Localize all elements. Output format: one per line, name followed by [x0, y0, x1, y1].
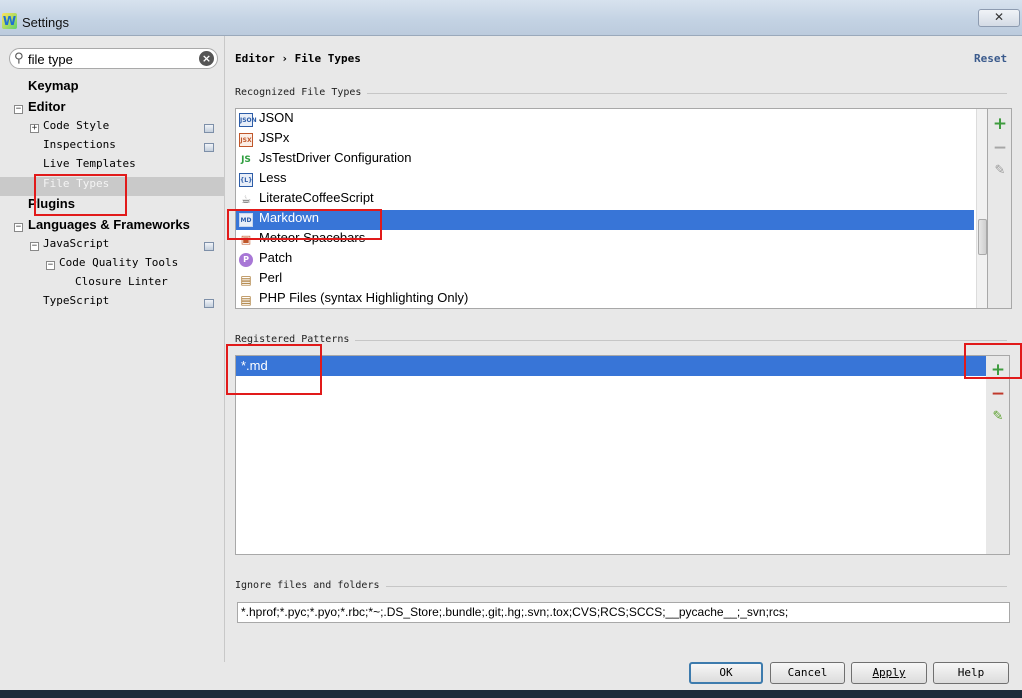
list-item[interactable]: ▤ Perl: [236, 270, 974, 290]
patch-icon: P: [239, 253, 253, 267]
window-close-button[interactable]: ✕: [978, 9, 1020, 27]
remove-pattern-icon[interactable]: −: [990, 384, 1006, 404]
title-bar: W Settings ✕: [0, 0, 1022, 36]
tree-item-languages-frameworks[interactable]: Languages & Frameworks: [28, 217, 190, 236]
breadcrumb: Editor › File Types: [235, 52, 361, 65]
jspx-icon: JSX: [239, 133, 253, 147]
tree-item-code-style[interactable]: Code Style: [43, 119, 109, 138]
ignore-files-input[interactable]: *.hprof;*.pyc;*.pyo;*.rbc;*~;.DS_Store;.…: [237, 602, 1010, 623]
taskbar-strip: [0, 690, 1022, 698]
webstorm-logo-icon: W: [2, 13, 17, 29]
clear-search-icon[interactable]: ×: [199, 51, 214, 66]
annotation-box-markdown: [227, 209, 382, 240]
ignore-files-label: Ignore files and folders: [235, 580, 386, 591]
reset-link[interactable]: Reset: [974, 52, 1007, 65]
javascript-collapse-icon[interactable]: −: [30, 242, 39, 251]
editor-collapse-icon[interactable]: −: [14, 105, 23, 114]
annotation-box-pattern: [226, 344, 322, 395]
ok-button[interactable]: OK: [689, 662, 763, 684]
tree-item-editor[interactable]: Editor: [28, 99, 66, 118]
languages-collapse-icon[interactable]: −: [14, 223, 23, 232]
tree-item-code-quality-tools[interactable]: Code Quality Tools: [59, 256, 178, 275]
tree-item-javascript[interactable]: JavaScript: [43, 237, 109, 256]
project-scope-icon: [204, 299, 214, 308]
file-types-panel: Editor › File Types Reset Recognized Fil…: [226, 36, 1022, 662]
coffeescript-icon: ☕: [241, 193, 251, 206]
patterns-toolbar: + − ✎: [986, 355, 1010, 555]
remove-file-type-icon[interactable]: −: [992, 138, 1008, 158]
tree-item-typescript[interactable]: TypeScript: [43, 294, 109, 313]
list-item[interactable]: P Patch: [236, 250, 974, 270]
settings-search-box[interactable]: ⚲ ×: [9, 48, 218, 69]
tree-item-inspections[interactable]: Inspections: [43, 138, 116, 157]
annotation-box-file-types: [34, 174, 127, 216]
settings-sidebar: ⚲ × Keymap − Editor + Code Style Inspect…: [0, 36, 225, 662]
list-item[interactable]: ☕ LiterateCoffeeScript: [236, 190, 974, 210]
php-icon: ▤: [240, 293, 252, 307]
project-scope-icon: [204, 124, 214, 133]
list-item[interactable]: {L} Less: [236, 170, 974, 190]
code-quality-collapse-icon[interactable]: −: [46, 261, 55, 270]
tree-item-closure-linter[interactable]: Closure Linter: [75, 275, 168, 294]
recognized-file-types-label: Recognized File Types: [235, 87, 368, 98]
list-item[interactable]: JS JsTestDriver Configuration: [236, 150, 974, 170]
tree-item-keymap[interactable]: Keymap: [28, 78, 79, 97]
jstestdriver-icon: JS: [241, 155, 251, 165]
json-icon: JSON: [239, 113, 257, 127]
list-item[interactable]: JSX JSPx: [236, 130, 974, 150]
edit-file-type-icon[interactable]: ✎: [992, 163, 1008, 179]
code-style-expand-icon[interactable]: +: [30, 124, 39, 133]
search-icon: ⚲: [14, 51, 24, 66]
add-file-type-icon[interactable]: +: [992, 114, 1008, 134]
annotation-box-add-button: [964, 343, 1022, 379]
project-scope-icon: [204, 143, 214, 152]
list-item[interactable]: ▤ PHP Files (syntax Highlighting Only): [236, 290, 974, 308]
less-icon: {L}: [239, 173, 253, 187]
apply-button[interactable]: Apply: [851, 662, 927, 684]
project-scope-icon: [204, 242, 214, 251]
file-types-scrollbar[interactable]: [976, 109, 987, 308]
list-item[interactable]: JSON JSON: [236, 110, 974, 130]
pattern-row-selected[interactable]: *.md: [236, 356, 986, 376]
cancel-button[interactable]: Cancel: [770, 662, 845, 684]
window-title: Settings: [22, 15, 69, 30]
registered-patterns-list[interactable]: *.md: [235, 355, 987, 555]
file-types-toolbar: + − ✎: [988, 108, 1012, 309]
perl-icon: ▤: [240, 273, 252, 287]
scrollbar-thumb[interactable]: [978, 219, 987, 255]
help-button[interactable]: Help: [933, 662, 1009, 684]
settings-search-input[interactable]: [28, 51, 198, 67]
edit-pattern-icon[interactable]: ✎: [990, 409, 1006, 425]
